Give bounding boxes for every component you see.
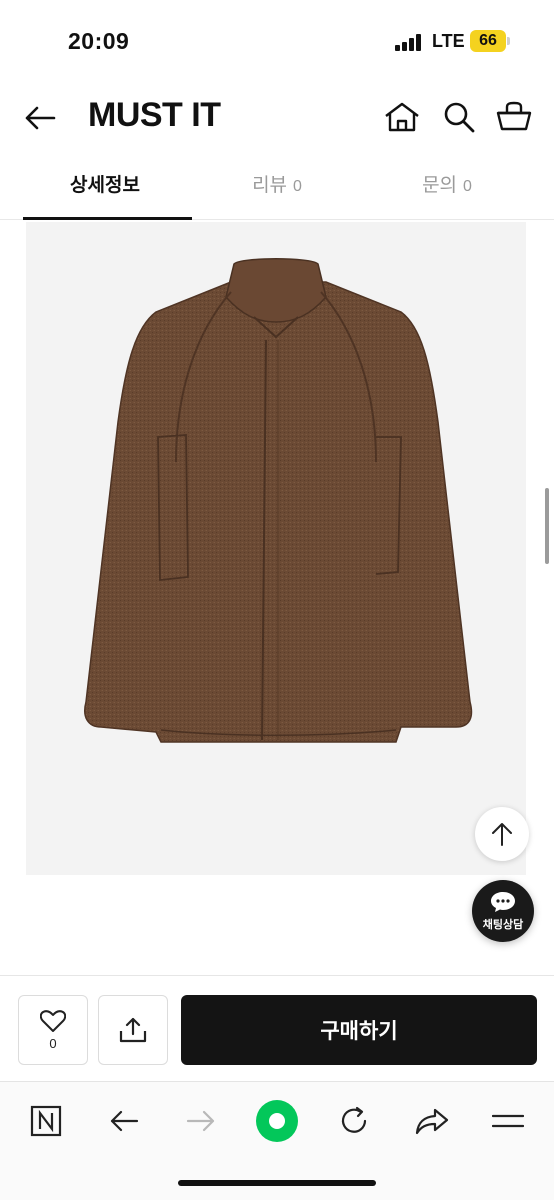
active-tab-underline <box>23 217 192 220</box>
reload-icon[interactable] <box>334 1101 374 1141</box>
status-bar: 20:09 LTE 66 <box>0 0 554 80</box>
tab-review[interactable]: 리뷰 0 <box>192 156 362 220</box>
tab-inquiry-label: 문의 <box>422 175 458 196</box>
battery-icon: 66 <box>470 30 506 52</box>
back-arrow-icon[interactable] <box>22 100 58 136</box>
tab-review-label: 리뷰 <box>252 175 288 196</box>
tab-inquiry-count: 0 <box>463 178 472 195</box>
scroll-top-button[interactable] <box>475 807 529 861</box>
buy-button[interactable]: 구매하기 <box>181 995 537 1065</box>
home-icon[interactable] <box>383 98 421 136</box>
network-label: LTE <box>432 31 465 51</box>
tab-inquiry[interactable]: 문의 0 <box>362 156 532 220</box>
tab-detail[interactable]: 상세정보 <box>20 156 190 220</box>
arrow-up-icon <box>492 823 512 846</box>
chat-label: 채팅상담 <box>482 918 524 931</box>
search-icon[interactable] <box>440 98 478 136</box>
purchase-action-bar: 0 구매하기 <box>0 975 554 1080</box>
tab-review-count: 0 <box>293 178 302 195</box>
share-button[interactable] <box>98 995 168 1065</box>
like-button[interactable]: 0 <box>18 995 88 1065</box>
home-indicator <box>178 1180 376 1186</box>
signal-icon <box>395 33 423 51</box>
back-icon[interactable] <box>104 1101 144 1141</box>
chat-consult-button[interactable]: 채팅상담 <box>472 880 534 942</box>
scroll-indicator[interactable] <box>545 488 549 564</box>
green-dot-icon[interactable] <box>254 1098 300 1144</box>
battery-tip <box>507 37 510 45</box>
menu-icon[interactable] <box>488 1101 528 1141</box>
tab-detail-label: 상세정보 <box>70 175 140 196</box>
share-icon[interactable] <box>412 1101 452 1141</box>
upload-share-icon <box>119 1017 147 1043</box>
like-count: 0 <box>49 1035 57 1051</box>
brand-logo[interactable]: MUST IT <box>88 96 221 135</box>
app-header: MUST IT <box>0 80 554 156</box>
status-time: 20:09 <box>68 28 130 54</box>
naver-n-icon[interactable] <box>26 1101 66 1141</box>
cart-icon[interactable] <box>495 98 533 136</box>
chat-bubble-icon <box>491 891 515 912</box>
forward-icon[interactable] <box>181 1101 221 1141</box>
heart-icon <box>40 1009 66 1032</box>
product-tabs: 상세정보 리뷰 0 문의 0 <box>0 156 554 220</box>
product-image <box>26 222 526 875</box>
